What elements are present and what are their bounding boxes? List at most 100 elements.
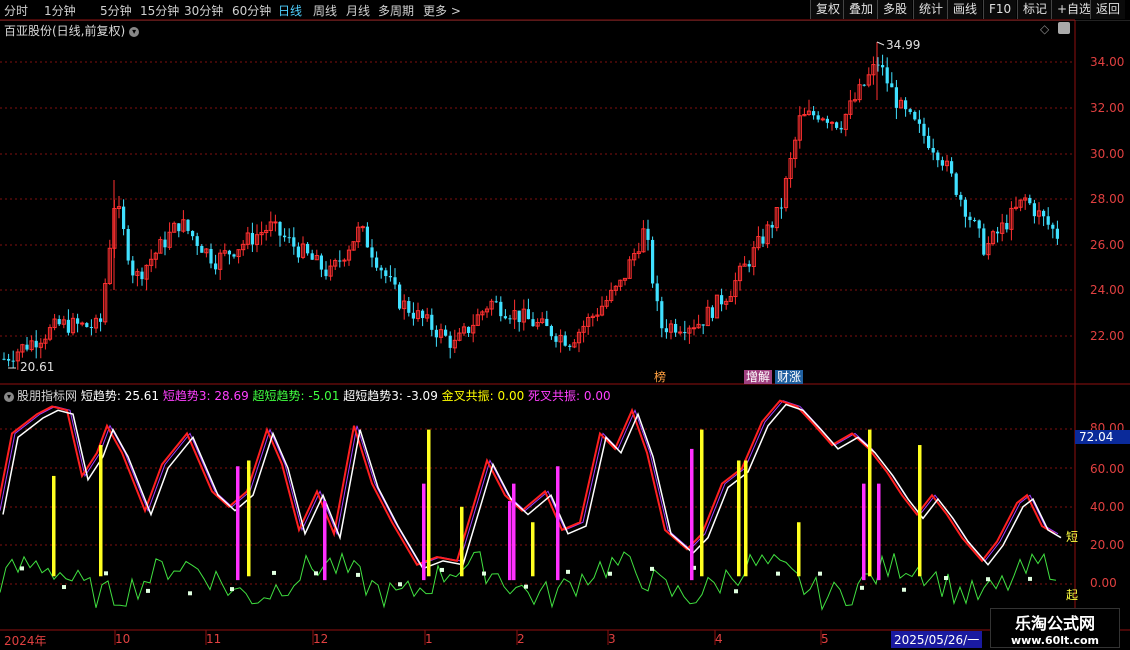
candle-body <box>99 318 103 322</box>
x-axis-label: 11 <box>206 632 222 646</box>
candle-body <box>186 219 190 231</box>
signal-dot <box>860 585 864 590</box>
candle-body <box>1005 222 1009 230</box>
candle-body <box>76 318 80 324</box>
candle-body <box>200 245 204 253</box>
candle-body <box>319 255 323 270</box>
diamond-icon[interactable]: ◇ <box>1040 22 1049 36</box>
golden-cross-bar <box>700 429 704 577</box>
price-tick: 26.00 <box>1090 238 1125 252</box>
candle-body <box>977 220 981 229</box>
indicator-legend-item: 金叉共振: 0.00 <box>441 389 529 403</box>
candle-body <box>963 199 967 217</box>
candle-body <box>209 248 213 264</box>
candle-body <box>936 152 940 161</box>
candle-body <box>894 87 898 108</box>
candle-body <box>283 235 287 238</box>
candle-body <box>651 239 655 284</box>
price-tick: 28.00 <box>1090 192 1125 206</box>
candle-body <box>444 329 448 336</box>
main-panel-title: 百亚股份(日线,前复权) ▾ <box>4 22 140 39</box>
candle-body <box>360 226 365 229</box>
signal-dot <box>986 577 990 582</box>
candle-body <box>691 327 697 330</box>
chart-canvas[interactable] <box>0 0 1130 650</box>
candle-body <box>1042 210 1046 217</box>
signal-dot <box>398 582 402 587</box>
oscillator-line <box>0 551 1057 611</box>
signal-dot <box>608 571 612 576</box>
signal-dot <box>818 571 822 576</box>
signal-dot <box>902 587 906 592</box>
indicator-tick: 60.00 <box>1090 462 1125 476</box>
candle-body <box>273 221 278 224</box>
death-cross-bar <box>877 483 881 581</box>
death-cross-bar <box>862 483 866 581</box>
candle-body <box>434 329 438 338</box>
candle-body <box>940 160 944 166</box>
x-axis-label: 1 <box>425 632 433 646</box>
candle-body <box>227 250 231 255</box>
candle-body <box>80 322 85 325</box>
signal-dot <box>524 584 528 589</box>
signal-dot <box>356 572 360 577</box>
candle-body <box>770 224 774 228</box>
candle-body <box>646 228 650 240</box>
chevron-down-icon[interactable]: ▾ <box>4 391 14 402</box>
current-value-badge: 72.04 <box>1075 430 1130 444</box>
candle-body <box>499 301 503 317</box>
candle-body <box>1046 216 1050 225</box>
golden-cross-bar <box>737 460 741 577</box>
candle-body <box>7 358 11 361</box>
event-badge[interactable]: 财涨 <box>775 370 804 384</box>
candle-body <box>430 314 434 330</box>
signal-dot <box>776 571 780 576</box>
candle-body <box>554 336 558 342</box>
candle-body <box>370 247 374 258</box>
candle-body <box>25 344 29 350</box>
watermark-url: www.60lt.com <box>1010 634 1100 647</box>
candle-body <box>407 301 411 313</box>
candle-body <box>296 246 300 258</box>
indicator-legend-item: 短趋势: 25.61 <box>80 389 163 403</box>
candle-body <box>2 358 6 360</box>
candle-body <box>250 232 254 245</box>
golden-cross-bar <box>918 445 922 577</box>
side-mark: 短 <box>1066 530 1079 544</box>
event-badge[interactable]: 榜 <box>652 370 668 384</box>
low-price-label: 20.61 <box>20 360 55 374</box>
candle-body <box>89 327 93 329</box>
x-axis-label: 2024年 <box>4 634 47 648</box>
candle-body <box>816 115 820 120</box>
candle-body <box>494 301 498 303</box>
candle-body <box>563 335 567 346</box>
x-axis-label: 3 <box>608 632 616 646</box>
candle-body <box>660 301 664 329</box>
indicator-header: ▾ 股朋指标网 短趋势: 25.61 短趋势3: 28.69 超短趋势: -5.0… <box>4 387 611 404</box>
signal-dot <box>146 588 150 593</box>
candle-body <box>904 100 908 110</box>
signal-dot <box>314 571 318 576</box>
signal-dot <box>272 570 276 575</box>
candle-body <box>122 206 126 230</box>
indicator-line <box>0 400 1059 566</box>
high-price-label: 34.99 <box>886 38 921 52</box>
golden-cross-bar <box>247 460 251 577</box>
candle-body <box>950 161 954 174</box>
candle-body <box>503 316 507 319</box>
panel-toggle-icon[interactable] <box>1058 22 1070 34</box>
price-tick: 32.00 <box>1090 101 1125 115</box>
signal-dot <box>440 567 444 572</box>
candle-body <box>531 319 535 327</box>
signal-dot <box>230 587 234 592</box>
event-badge[interactable]: 增解 <box>744 370 773 384</box>
candle-body <box>85 323 89 328</box>
candle-body <box>674 323 678 333</box>
candle-body <box>917 119 921 124</box>
signal-dot <box>734 589 738 594</box>
chevron-down-icon[interactable]: ▾ <box>129 26 140 37</box>
golden-cross-bar <box>460 506 464 577</box>
candle-body <box>678 331 683 334</box>
candle-body <box>982 228 986 255</box>
candle-body <box>131 260 135 276</box>
